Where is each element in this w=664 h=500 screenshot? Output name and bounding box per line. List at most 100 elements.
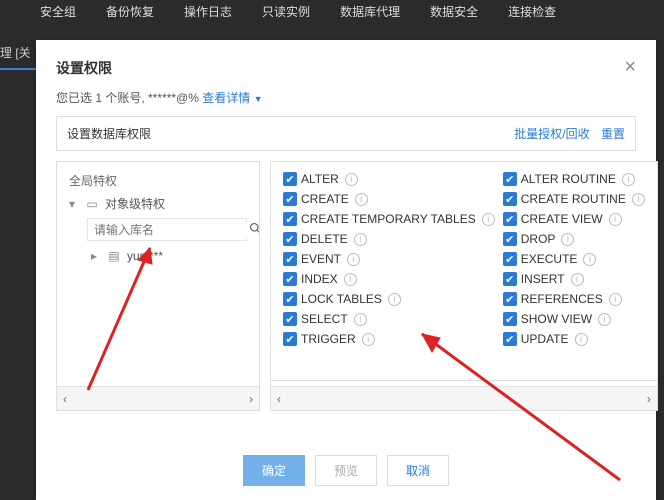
info-icon[interactable]: i	[575, 333, 588, 346]
perm-label: TRIGGER	[301, 332, 356, 346]
checkbox-icon[interactable]: ✔	[503, 232, 517, 246]
info-icon[interactable]: i	[609, 213, 622, 226]
perm-label: EXECUTE	[521, 252, 578, 266]
reset-link[interactable]: 重置	[601, 127, 625, 141]
checkbox-icon[interactable]: ✔	[283, 212, 297, 226]
checkbox-icon[interactable]: ✔	[503, 272, 517, 286]
scroll-right-icon[interactable]: ›	[647, 392, 651, 406]
checkbox-icon[interactable]: ✔	[283, 312, 297, 326]
perm-label: DROP	[521, 232, 556, 246]
perm-label: CREATE TEMPORARY TABLES	[301, 212, 476, 226]
perm-label: SHOW VIEW	[521, 312, 592, 326]
db-search[interactable]	[87, 218, 247, 241]
info-icon[interactable]: i	[561, 233, 574, 246]
perm-execute[interactable]: ✔ EXECUTE i	[503, 252, 645, 266]
perm-label: UPDATE	[521, 332, 569, 346]
perm-create-view[interactable]: ✔CREATE VIEWi	[503, 212, 645, 226]
info-icon[interactable]: i	[354, 233, 367, 246]
checkbox-icon[interactable]: ✔	[283, 252, 297, 266]
toolbar: 设置数据库权限 批量授权/回收 重置	[56, 116, 636, 151]
info-icon[interactable]: i	[632, 193, 645, 206]
tree-node-object[interactable]: ▾ ▭ 对象级特权	[69, 195, 247, 212]
info-icon[interactable]: i	[482, 213, 495, 226]
perm-index[interactable]: ✔ INDEX i	[283, 272, 495, 286]
scroll-left-icon[interactable]: ‹	[63, 392, 67, 406]
cancel-button[interactable]: 取消	[387, 455, 449, 486]
view-details-link[interactable]: 查看详情	[202, 91, 250, 105]
chevron-right-icon: ▸	[91, 249, 101, 263]
perm-alter[interactable]: ✔ ALTER i	[283, 172, 495, 186]
perm-label: EVENT	[301, 252, 341, 266]
batch-grant-link[interactable]: 批量授权/回收	[514, 127, 589, 141]
tree-leaf-db[interactable]: ▸ ▤ yunj***	[91, 249, 247, 263]
folder-icon: ▭	[85, 197, 99, 211]
perm-label: ALTER	[301, 172, 339, 186]
info-icon[interactable]: i	[354, 313, 367, 326]
perm-label: LOCK TABLES	[301, 292, 382, 306]
checkbox-icon[interactable]: ✔	[503, 312, 517, 326]
checkbox-icon[interactable]: ✔	[503, 252, 517, 266]
perm-create-routine[interactable]: ✔ CREATE ROUTINE i	[503, 192, 645, 206]
info-icon[interactable]: i	[622, 173, 635, 186]
perm-update[interactable]: ✔ UPDATE i	[503, 332, 645, 346]
global-priv-label: 全局特权	[69, 172, 247, 189]
perm-references[interactable]: ✔REFERENCESi	[503, 292, 645, 306]
perm-label: ALTER ROUTINE	[521, 172, 616, 186]
selection-summary: 您已选 1 个账号, ******@% 查看详情 ▼	[36, 89, 656, 116]
info-icon[interactable]: i	[362, 333, 375, 346]
scroll-right-icon[interactable]: ›	[249, 392, 253, 406]
info-icon[interactable]: i	[355, 193, 368, 206]
close-icon[interactable]: ×	[624, 56, 636, 79]
search-input[interactable]	[94, 223, 249, 237]
info-icon[interactable]: i	[583, 253, 596, 266]
chevron-down-icon: ▾	[69, 197, 79, 211]
perm-trigger[interactable]: ✔ TRIGGER i	[283, 332, 495, 346]
search-icon[interactable]	[249, 222, 259, 237]
checkbox-icon[interactable]: ✔	[283, 332, 297, 346]
perm-label: INDEX	[301, 272, 338, 286]
checkbox-icon[interactable]: ✔	[283, 272, 297, 286]
perm-label: CREATE ROUTINE	[521, 192, 626, 206]
toolbar-label: 设置数据库权限	[67, 125, 151, 142]
modal: 设置权限 × 您已选 1 个账号, ******@% 查看详情 ▼ 设置数据库权…	[36, 40, 656, 500]
info-icon[interactable]: i	[598, 313, 611, 326]
scrollbar-h[interactable]: ‹ ›	[57, 386, 259, 410]
checkbox-icon[interactable]: ✔	[503, 212, 517, 226]
perm-insert[interactable]: ✔ INSERT i	[503, 272, 645, 286]
bg-side: 理 [关	[0, 40, 40, 70]
info-icon[interactable]: i	[345, 173, 358, 186]
info-icon[interactable]: i	[609, 293, 622, 306]
checkbox-icon[interactable]: ✔	[503, 172, 517, 186]
perm-event[interactable]: ✔ EVENT i	[283, 252, 495, 266]
checkbox-icon[interactable]: ✔	[503, 332, 517, 346]
checkbox-icon[interactable]: ✔	[283, 172, 297, 186]
perm-create[interactable]: ✔ CREATE i	[283, 192, 495, 206]
perm-drop[interactable]: ✔ DROP i	[503, 232, 645, 246]
perm-label: CREATE	[301, 192, 349, 206]
perm-lock-tables[interactable]: ✔ LOCK TABLES i	[283, 292, 495, 306]
perm-alter-routine[interactable]: ✔ ALTER ROUTINE i	[503, 172, 645, 186]
modal-title: 设置权限	[56, 58, 112, 78]
checkbox-icon[interactable]: ✔	[283, 232, 297, 246]
perm-select[interactable]: ✔ SELECT i	[283, 312, 495, 326]
perm-delete[interactable]: ✔DELETEi	[283, 232, 495, 246]
scrollbar-h[interactable]: ‹ ›	[271, 386, 657, 410]
perm-label: INSERT	[521, 272, 565, 286]
database-icon: ▤	[107, 249, 121, 263]
checkbox-icon[interactable]: ✔	[503, 292, 517, 306]
info-icon[interactable]: i	[347, 253, 360, 266]
scroll-left-icon[interactable]: ‹	[277, 392, 281, 406]
chevron-down-icon: ▼	[254, 94, 263, 104]
perm-create-temporary-tables[interactable]: ✔ CREATE TEMPORARY TABLES i	[283, 212, 495, 226]
checkbox-icon[interactable]: ✔	[503, 192, 517, 206]
left-panel: 全局特权 ▾ ▭ 对象级特权 ▸ ▤ yunj***	[56, 161, 260, 411]
perm-label: SELECT	[301, 312, 348, 326]
info-icon[interactable]: i	[344, 273, 357, 286]
preview-button[interactable]: 预览	[315, 455, 377, 486]
info-icon[interactable]: i	[571, 273, 584, 286]
ok-button[interactable]: 确定	[243, 455, 305, 486]
checkbox-icon[interactable]: ✔	[283, 192, 297, 206]
perm-show-view[interactable]: ✔ SHOW VIEW i	[503, 312, 645, 326]
info-icon[interactable]: i	[388, 293, 401, 306]
checkbox-icon[interactable]: ✔	[283, 292, 297, 306]
